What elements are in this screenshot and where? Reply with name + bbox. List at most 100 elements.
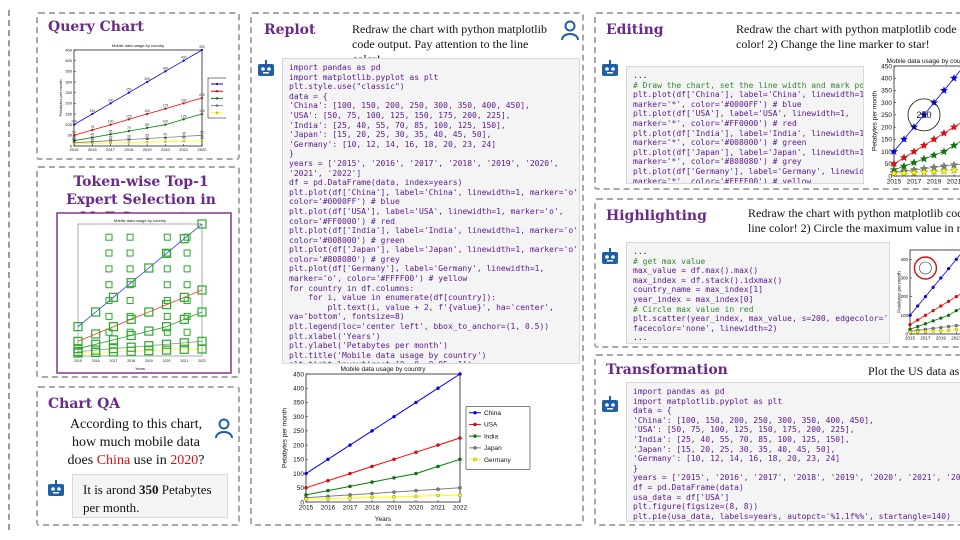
data-point: [182, 118, 185, 121]
data-point: [931, 309, 935, 313]
data-point: [127, 141, 131, 144]
code-line: plt.plot(df['USA'], label='USA', linewid…: [289, 206, 564, 216]
editing-instruction: Redraw the chart with python matplotlib …: [736, 22, 960, 52]
data-point: [326, 457, 330, 462]
data-point: [908, 323, 912, 327]
y-tick-label: 200: [900, 294, 908, 299]
code-line: plt.plot(df['Japan'], label='Japan', lin…: [633, 147, 864, 157]
x-tick-label: 2016: [321, 505, 336, 512]
y-tick-label: 350: [881, 88, 892, 95]
data-point: [939, 325, 943, 330]
data-point: [931, 319, 935, 323]
replot-panel: Replot Redraw the chart with python matp…: [250, 12, 584, 526]
data-label: 125: [181, 114, 187, 118]
code-line: plt.text(i, value + 2, f'{value}', ha='c…: [289, 302, 554, 312]
data-point: [436, 464, 440, 469]
data-point: [916, 304, 920, 308]
code-line: data = {: [633, 406, 672, 416]
data-point: [109, 141, 112, 145]
code-line: plt.plot(df['India'], label='India', lin…: [289, 226, 580, 236]
editing-instruction-line2: color! 2) Change the line marker to star…: [736, 37, 930, 51]
code-line: for i, value in enumerate(df[country]):: [289, 293, 497, 303]
data-label: 18: [145, 137, 149, 141]
data-point: [939, 328, 943, 333]
legend-label-japan: Japan: [484, 445, 502, 452]
x-tick-label: 2021: [431, 505, 446, 512]
moe-panel: Token-wise Top-1 Expert Selection in MoE…: [36, 166, 240, 378]
y-tick-label: 250: [293, 428, 304, 435]
code-line: plt.pie(usa_data, labels=years, autopct=…: [633, 511, 951, 521]
data-label: 85: [145, 123, 149, 127]
code-line: '2021', '2022']: [289, 168, 362, 178]
code-line: 'USA': [50, 75, 100, 125, 150, 175, 200,…: [289, 110, 511, 120]
data-point: [939, 316, 943, 320]
query-chart-title: Query Chart: [48, 19, 144, 35]
data-point: [436, 386, 440, 390]
x-tick-label: 2019: [936, 336, 947, 341]
chart-qa-panel: Chart QA According to this chart, how mu…: [36, 386, 240, 526]
code-line: plt.title('Percentage Distribution of Mo…: [633, 521, 959, 522]
data-label: 55: [109, 129, 113, 133]
data-point: [392, 457, 396, 462]
data-label: 100: [163, 120, 169, 124]
y-tick-label: 100: [900, 313, 908, 318]
qa-answer: It is arond 350 Petabytes per month.: [72, 474, 228, 518]
code-line: marker='*', color='#FFFF00') # yellow: [633, 176, 812, 184]
moe-x-tick-label: 2021: [180, 359, 188, 363]
code-line: 'India': [25, 40, 55, 70, 85, 100, 125, …: [289, 120, 506, 130]
moe-x-tick-label: 2020: [163, 359, 171, 363]
code-line: max_value = df.max().max(): [633, 266, 759, 276]
data-point: [164, 140, 167, 143]
y-tick-label: 350: [65, 69, 72, 74]
data-point: [436, 443, 440, 447]
data-point: [127, 118, 131, 121]
chart-title: Mobile data usage by country: [341, 366, 427, 373]
moe-x-tick-label: 2019: [145, 359, 153, 363]
qa-question-line1: According to this chart,: [69, 417, 203, 432]
data-point: [348, 443, 352, 447]
code-line: va='bottom', fontsize=8): [289, 312, 405, 322]
data-point: [954, 328, 958, 332]
query-chart: Mobile data usage by country050100150200…: [58, 43, 226, 152]
data-label: 400: [181, 56, 187, 60]
x-tick-label: 2017: [920, 336, 931, 341]
code-line: plt.style.use("classic"): [289, 82, 405, 92]
data-point: [182, 139, 185, 143]
code-line: import pandas as pd: [289, 63, 381, 72]
y-tick-label: 50: [885, 161, 893, 168]
data-label: 20: [164, 137, 168, 141]
code-line: df = pd.DataFrame(data, index=years): [289, 178, 463, 188]
data-label: 70: [127, 126, 131, 130]
data-point: [954, 309, 958, 313]
highlighting-instruction: Redraw the chart with python matplotlib …: [748, 206, 960, 236]
bot-icon: [602, 396, 618, 412]
data-point: [326, 496, 330, 501]
code-line: plt.plot(df['China'], label='China', lin…: [633, 90, 864, 100]
qa-question-line3: does China use in 2020?: [56, 452, 216, 470]
code-line: data = {: [289, 91, 328, 101]
code-line: years = ['2015', '2016', '2017', '2018',…: [289, 158, 559, 168]
code-line: ...: [633, 333, 648, 343]
highlighting-instruction-line1: Redraw the chart with python matplotlib …: [748, 206, 960, 220]
y-tick-label: 300: [293, 414, 304, 421]
code-line: marker='*', color='#808080') # grey: [633, 157, 802, 167]
data-label: 150: [199, 109, 205, 113]
code-line: marker='o', color='#FFFF00') # yellow: [289, 274, 468, 284]
transformation-instruction: Plot the US data as a: [868, 364, 960, 378]
y-tick-label: 450: [65, 47, 72, 52]
code-line: # get max value: [633, 256, 706, 266]
user-icon: [561, 20, 579, 41]
zoom-value-label: 250: [916, 110, 931, 120]
data-point: [164, 70, 167, 73]
code-line: plt.xlabel('Years'): [289, 331, 381, 341]
code-line: 'USA': [50, 75, 100, 125, 150, 175, 200,…: [633, 425, 855, 435]
data-point: [458, 493, 462, 497]
data-point: [91, 112, 94, 116]
data-point: [954, 257, 958, 261]
moe-chart-title: Mobile data usage by country: [114, 218, 166, 223]
code-line: df = pd.DataFrame(data): [633, 482, 744, 492]
code-line: plt.plot(df['India'], label='India', lin…: [633, 128, 864, 138]
data-label: 45: [182, 131, 186, 135]
editing-output-chart: Mobile data usage by country050100150200…: [872, 58, 960, 186]
bot-icon: [602, 60, 618, 76]
